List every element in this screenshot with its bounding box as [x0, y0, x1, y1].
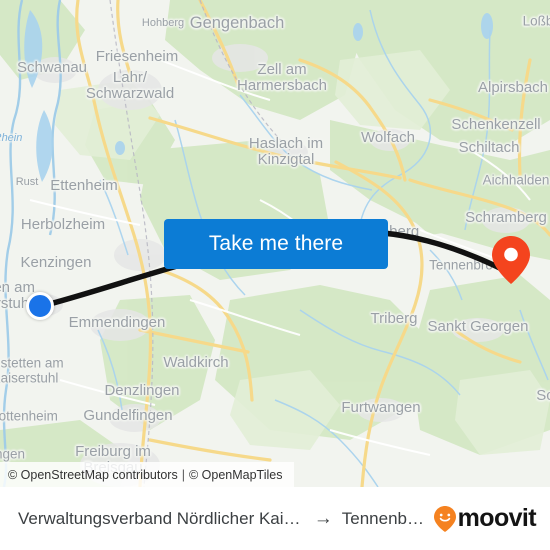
origin-marker[interactable] [26, 292, 54, 320]
moovit-pin-icon [433, 505, 456, 532]
origin-label: Verwaltungsverband Nördlicher Kaise… [18, 508, 305, 528]
destination-label: Tennenbr… [341, 508, 426, 528]
attribution-osm-link[interactable]: © OpenStreetMap contributors [8, 468, 178, 482]
attribution-separator: | [181, 467, 185, 482]
take-me-there-label: Take me there [208, 232, 344, 255]
take-me-there-button[interactable]: Take me there [164, 219, 388, 269]
route-summary: Verwaltungsverband Nördlicher Kaise… → T… [18, 509, 426, 529]
attribution-tiles-link[interactable]: © OpenMapTiles [189, 468, 283, 482]
destination-marker[interactable] [492, 236, 530, 284]
map-canvas[interactable]: Schwanau Friesenheim Hohberg Gengenbach Lahr… [0, 0, 550, 487]
moovit-logo[interactable]: moovit [433, 504, 537, 532]
map-pin-icon [492, 236, 530, 284]
footer-bar: Verwaltungsverband Nördlicher Kaise… → T… [0, 487, 550, 550]
moovit-wordmark: moovit [457, 504, 537, 532]
arrow-right-icon: → [313, 508, 333, 529]
map-attribution: © OpenStreetMap contributors | © OpenMap… [0, 462, 294, 487]
